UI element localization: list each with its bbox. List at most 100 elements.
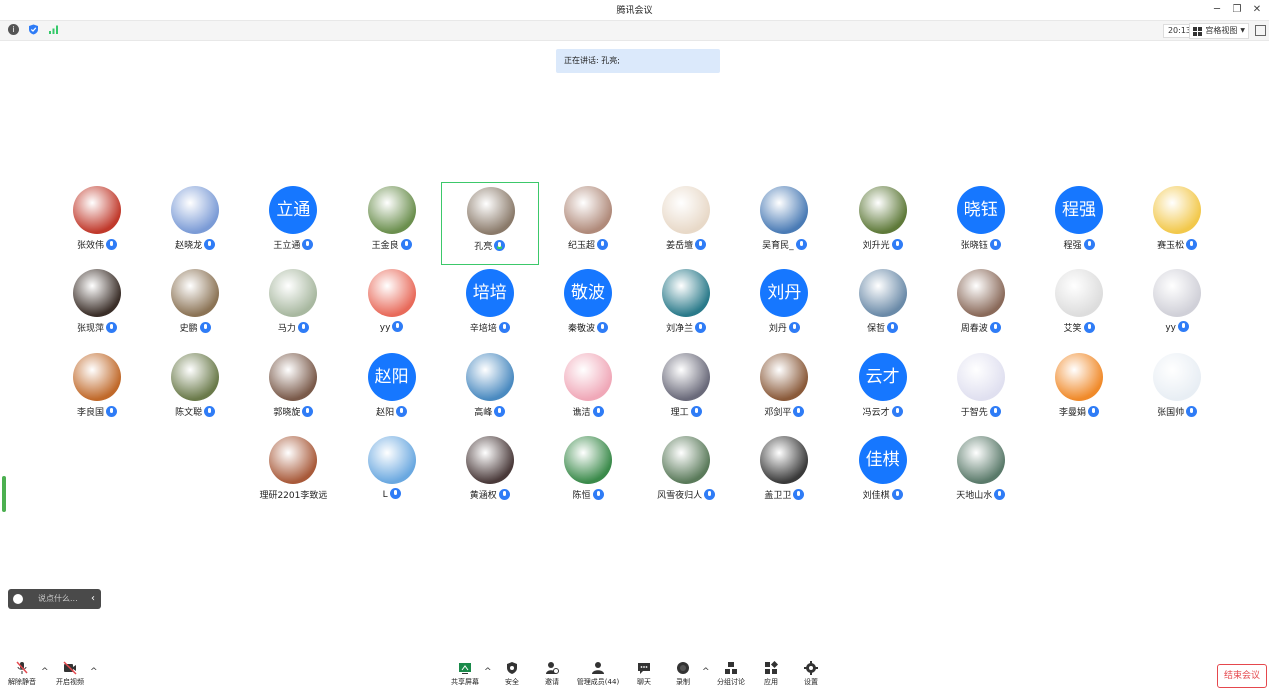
participant-tile[interactable]: 佳棋 刘佳棋 — [834, 432, 932, 515]
emoji-icon[interactable] — [13, 594, 23, 604]
participant-tile[interactable]: 云才 冯云才 — [834, 349, 932, 432]
participant-tile[interactable]: 理研2201李致远 — [244, 432, 342, 515]
participant-name: 刘升光 — [862, 241, 890, 251]
participant-tile[interactable]: yy — [343, 265, 441, 348]
participant-tile[interactable]: 立通 王立通 — [244, 182, 342, 265]
participant-name: 理工 — [670, 407, 689, 418]
view-mode-button[interactable]: 宫格视图 ▼ — [1189, 23, 1249, 39]
participant-tile[interactable]: 纪玉超 — [539, 182, 637, 265]
participant-tile[interactable]: 陈文聪 — [146, 349, 244, 432]
mic-icon — [1088, 405, 1099, 417]
mic-icon — [498, 488, 510, 500]
restore-icon[interactable]: ❐ — [1227, 2, 1247, 18]
participant-tile[interactable]: 姜岳壇 — [637, 182, 735, 265]
participant-name-bar: 马力 — [244, 321, 342, 334]
mic-icon — [989, 239, 1001, 250]
breakout-label: 分组讨论 — [717, 678, 745, 686]
participant-tile[interactable]: yy — [1128, 265, 1226, 348]
unmute-button[interactable]: 解除静音 — [0, 661, 44, 687]
participant-tile[interactable]: 高峰 — [441, 349, 539, 432]
invite-button[interactable]: 邀请 — [530, 661, 574, 687]
video-options-caret[interactable]: ^ — [90, 667, 98, 677]
minimize-icon[interactable]: ─ — [1207, 2, 1227, 18]
signal-icon[interactable] — [48, 24, 59, 35]
security-button[interactable]: 安全 — [490, 661, 534, 687]
mic-icon — [597, 239, 608, 250]
participant-tile[interactable]: 晓钰 张晓钰 — [932, 182, 1030, 265]
participant-tile[interactable]: 刘丹 刘丹 — [735, 265, 833, 348]
participant-avatar — [269, 352, 318, 401]
participant-tile[interactable]: 风雪夜归人 — [637, 432, 735, 515]
settings-button[interactable]: 设置 — [789, 661, 833, 687]
start-video-label: 开启视频 — [56, 678, 84, 686]
participant-avatar — [956, 352, 1005, 401]
participant-tile[interactable]: 吴育民_ — [735, 182, 833, 265]
participant-name: 保哲 — [867, 324, 886, 335]
participant-tile[interactable]: 赵晓龙 — [146, 182, 244, 265]
manage-members-button[interactable]: 管理成员(44) — [570, 661, 626, 687]
participant-tile[interactable]: 程强 程强 — [1030, 182, 1128, 265]
participant-tile[interactable]: 谯洁 — [539, 349, 637, 432]
apps-button[interactable]: 应用 — [749, 661, 793, 687]
record-button[interactable]: 录制 — [661, 661, 705, 687]
participant-tile[interactable]: 张国帅 — [1128, 349, 1226, 432]
participant-tile[interactable]: 黄涵权 — [441, 432, 539, 515]
start-video-button[interactable]: 开启视频 — [48, 661, 92, 687]
quick-chat-box[interactable]: 说点什么... ‹ — [8, 589, 101, 609]
participant-name-bar: yy — [343, 321, 441, 333]
participant-name: L — [382, 489, 388, 500]
participant-tile[interactable]: 敬波 秦敬波 — [539, 265, 637, 348]
participant-tile[interactable]: 邓剑平 — [735, 349, 833, 432]
participant-name-bar: 李曼娟 — [1030, 405, 1128, 418]
share-screen-button[interactable]: 共享屏幕 — [443, 661, 487, 687]
info-icon[interactable]: i — [8, 24, 19, 35]
participant-tile[interactable]: 郭晓旋 — [244, 349, 342, 432]
record-icon — [677, 662, 689, 674]
participant-tile[interactable]: 史鹏 — [146, 265, 244, 348]
breakout-rooms-button[interactable]: 分组讨论 — [709, 661, 753, 687]
participant-tile[interactable]: 马力 — [244, 265, 342, 348]
participant-name: 刘佳棋 — [862, 490, 890, 501]
participant-tile[interactable]: 保哲 — [834, 265, 932, 348]
participant-tile[interactable]: 盖卫卫 — [735, 432, 833, 515]
end-meeting-button[interactable]: 结束会议 — [1217, 664, 1267, 688]
participant-tile[interactable]: 张效伟 — [48, 182, 146, 265]
participant-tile[interactable]: 培培 辛培培 — [441, 265, 539, 348]
participant-avatar — [858, 186, 907, 234]
chat-button[interactable]: 聊天 — [622, 661, 666, 687]
participant-tile[interactable]: 赵阳 赵阳 — [343, 349, 441, 432]
participant-tile[interactable]: 理工 — [637, 349, 735, 432]
participant-tile[interactable]: 孔亮 — [440, 182, 539, 265]
chat-label: 聊天 — [637, 678, 651, 686]
participant-avatar — [956, 435, 1005, 484]
participant-tile[interactable]: 李曼娟 — [1030, 349, 1128, 432]
participant-name-bar: 天地山水 — [932, 488, 1030, 501]
participant-tile[interactable]: 于智先 — [932, 349, 1030, 432]
participant-name: yy — [1165, 323, 1177, 334]
participant-tile[interactable]: 刘净兰 — [637, 265, 735, 348]
participant-avatar: 培培 — [465, 269, 514, 318]
fullscreen-icon[interactable] — [1255, 25, 1266, 36]
unmute-label: 解除静音 — [8, 678, 36, 686]
shield-icon[interactable] — [28, 24, 39, 35]
participant-tile[interactable]: 周春波 — [932, 265, 1030, 348]
participant-avatar: 刘丹 — [760, 269, 809, 318]
participant-tile[interactable]: 陈恒 — [539, 432, 637, 515]
participant-tile[interactable]: 艾笑 — [1030, 265, 1128, 348]
participant-name: 于智先 — [960, 407, 988, 418]
participant-name: 谯洁 — [572, 407, 591, 418]
close-icon[interactable]: ✕ — [1247, 2, 1267, 18]
participant-tile[interactable]: 李良国 — [48, 349, 146, 432]
mic-icon — [1186, 405, 1198, 417]
participant-name-bar: yy — [1128, 321, 1226, 333]
participant-tile[interactable]: 王金良 — [343, 182, 441, 265]
participant-name: 王金良 — [371, 241, 399, 251]
participant-tile[interactable]: 刘升光 — [834, 182, 932, 265]
participant-name-bar: 刘升光 — [834, 238, 932, 251]
participant-tile[interactable]: 赛玉松 — [1128, 182, 1226, 265]
participant-tile[interactable]: 张现萍 — [48, 265, 146, 348]
gear-icon — [804, 661, 818, 675]
collapse-chevron-icon[interactable]: ‹ — [91, 589, 95, 609]
participant-tile[interactable]: L — [343, 432, 441, 515]
participant-tile[interactable]: 天地山水 — [932, 432, 1030, 515]
